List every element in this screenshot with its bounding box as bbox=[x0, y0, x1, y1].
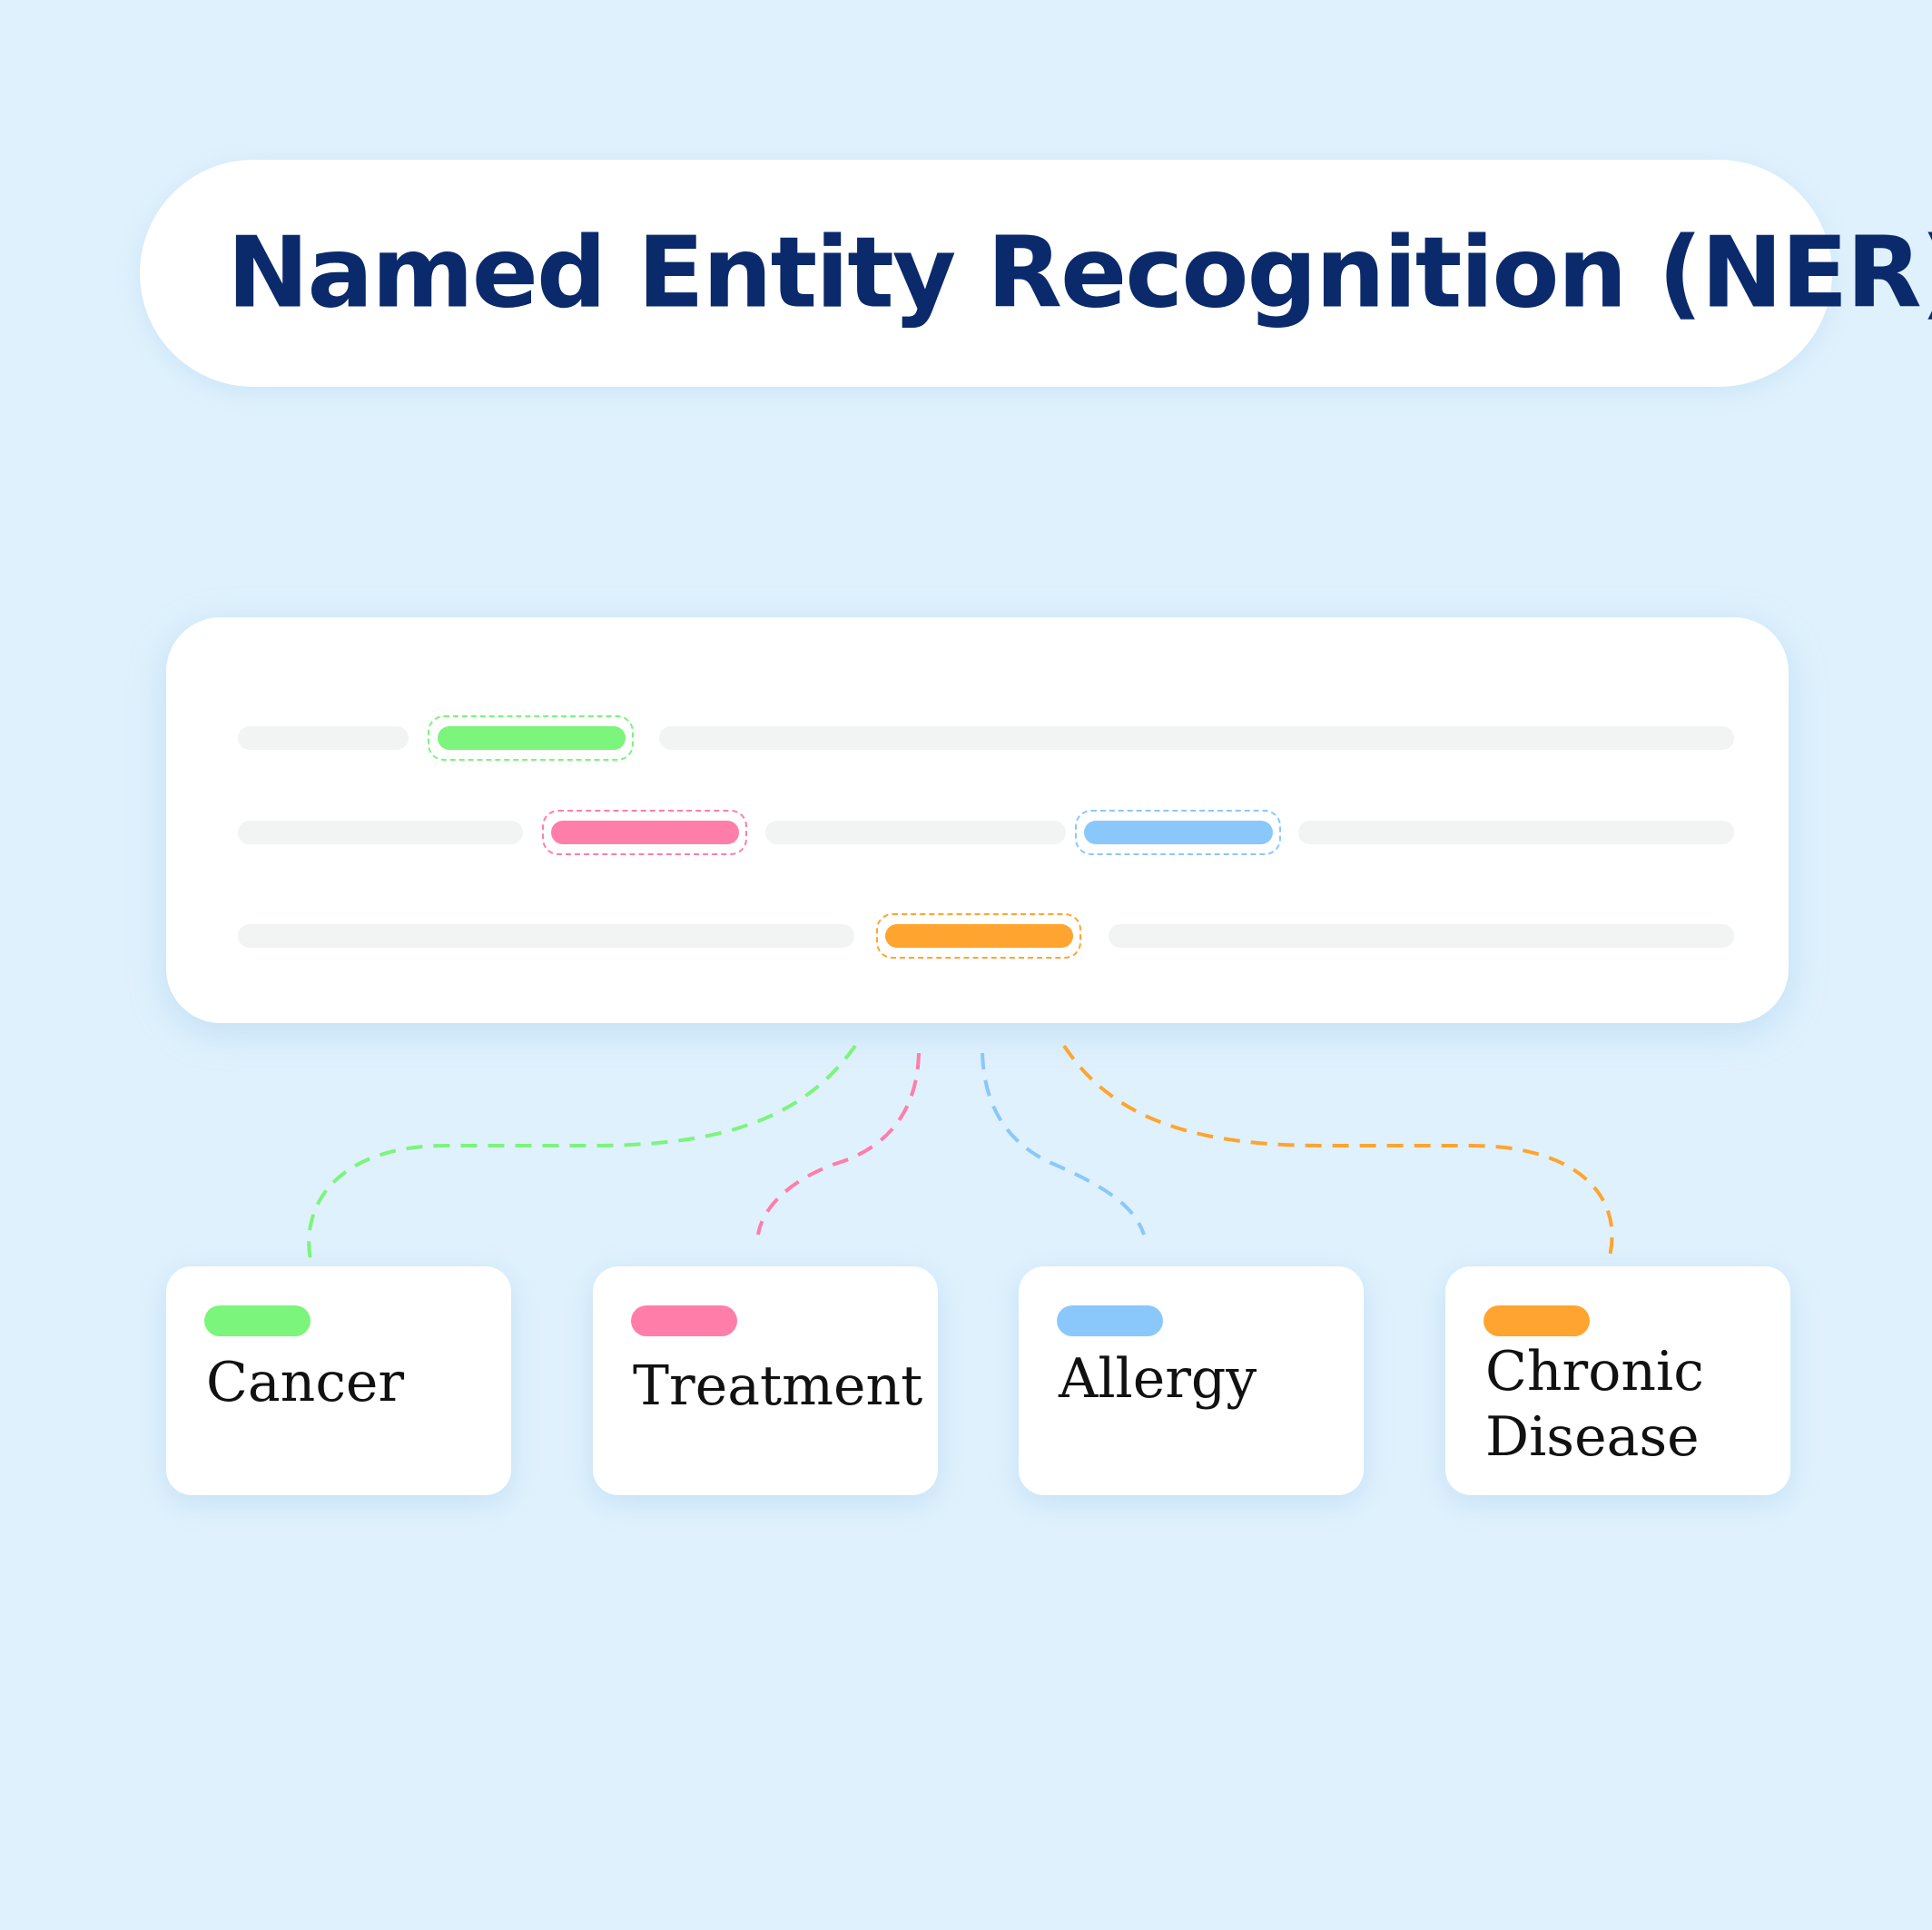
chronic-disease-connector-line bbox=[1062, 1044, 1614, 1261]
allergy-color-swatch bbox=[1057, 1305, 1163, 1336]
cancer-color-swatch bbox=[204, 1305, 310, 1336]
category-label: Cancer bbox=[206, 1351, 405, 1414]
treatment-connector-line bbox=[756, 1052, 921, 1236]
category-card-cancer: Cancer bbox=[166, 1266, 511, 1495]
category-card-allergy: Allergy bbox=[1019, 1266, 1364, 1495]
category-card-chronic-disease: Chronic Disease bbox=[1445, 1266, 1790, 1495]
category-label: Treatment bbox=[633, 1354, 923, 1418]
chronic-disease-color-swatch bbox=[1484, 1305, 1590, 1336]
allergy-connector-line bbox=[981, 1052, 1146, 1236]
category-card-treatment: Treatment bbox=[593, 1266, 938, 1495]
category-label: Allergy bbox=[1059, 1347, 1257, 1411]
category-label: Chronic Disease bbox=[1485, 1340, 1704, 1469]
entity-connectors bbox=[307, 1044, 1614, 1261]
cancer-connector-line bbox=[307, 1044, 857, 1261]
treatment-color-swatch bbox=[631, 1305, 737, 1336]
